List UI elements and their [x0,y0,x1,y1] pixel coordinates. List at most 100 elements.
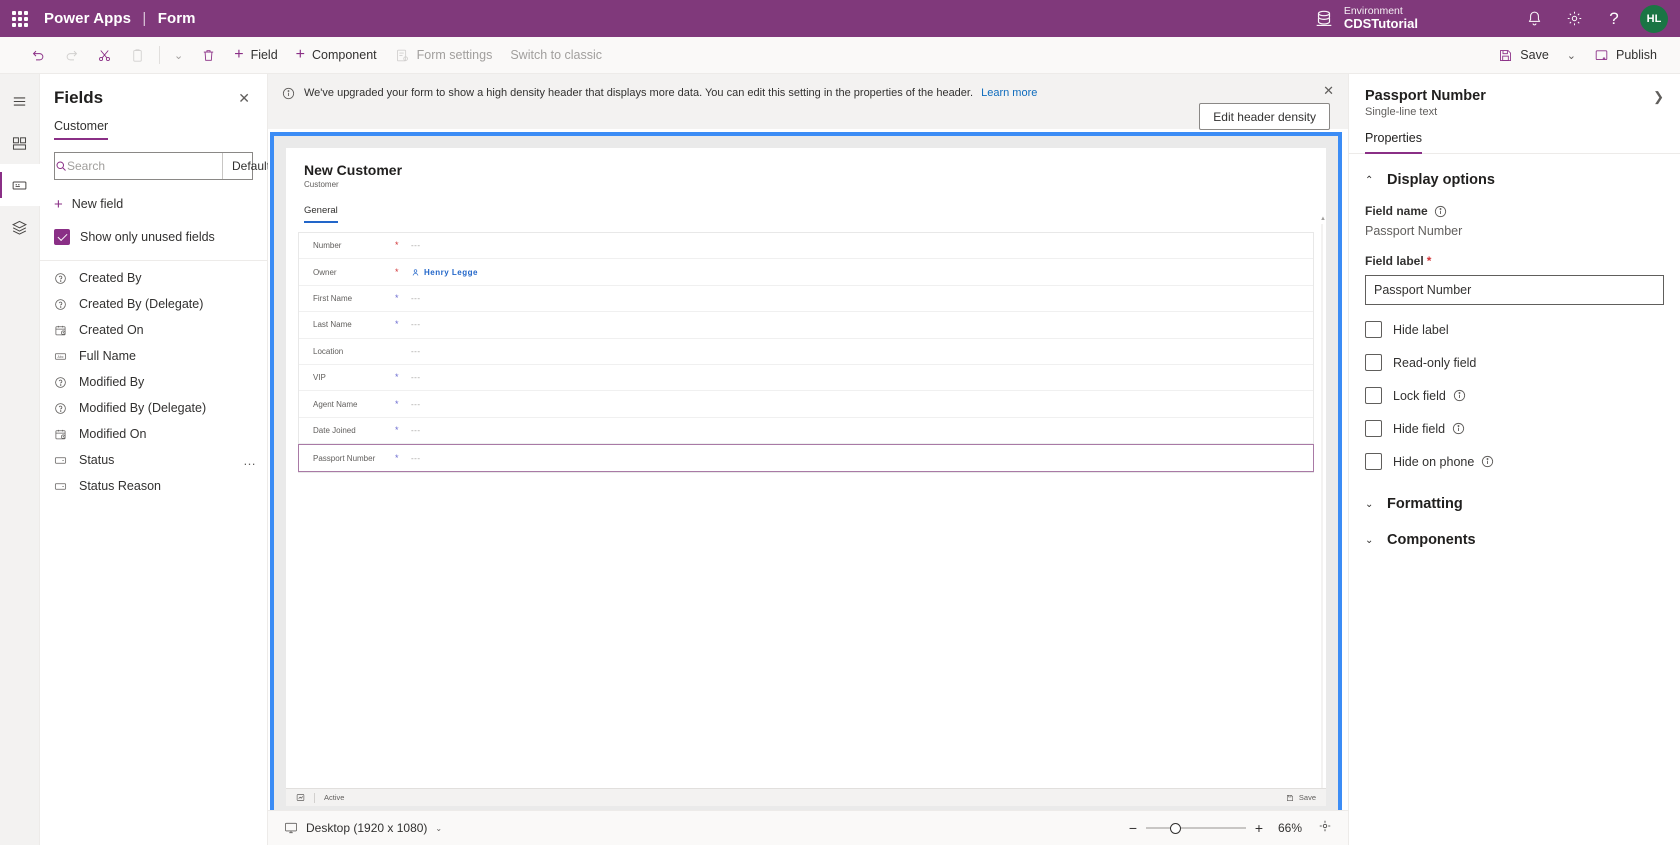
chevron-up-icon: ⌃ [1365,174,1374,186]
new-field-button[interactable]: + New field [54,192,253,216]
field-value: --- [411,453,421,463]
zoom-bar: Desktop (1920 x 1080) ⌄ − + 66% [268,810,1348,845]
required-marker: * [395,319,399,330]
display-options-group-header[interactable]: ⌃ Display options [1349,154,1680,188]
scrollbar-track[interactable] [1321,224,1323,806]
form-field-row-date-joined[interactable]: Date Joined * --- [299,418,1313,445]
list-item[interactable]: Modified On [40,421,267,447]
form-field-row-number[interactable]: Number * --- [299,233,1313,260]
sidebar-item-components[interactable] [0,122,40,164]
list-item[interactable]: Modified By (Delegate) [40,395,267,421]
slider-thumb[interactable] [1170,823,1181,834]
info-icon[interactable] [1434,205,1447,218]
info-icon[interactable] [1453,389,1466,402]
cut-icon [99,49,110,61]
form-preview-frame[interactable]: New Customer Customer General Number * -… [270,132,1342,822]
add-component-button[interactable]: + Component [287,40,386,70]
chevron-right-icon[interactable]: ❯ [1653,88,1664,103]
list-item[interactable]: Abc Full Name [40,343,267,369]
read-only-field-checkbox[interactable]: Read-only field [1365,354,1664,371]
list-item-label: Created By (Delegate) [79,297,204,311]
search-input[interactable] [67,159,222,173]
sidebar-item-layers[interactable] [0,206,40,248]
environment-picker[interactable]: Environment CDSTutorial [1313,5,1418,32]
list-item[interactable]: Modified By [40,369,267,395]
form-save-button[interactable]: Save [1286,793,1316,802]
help-icon[interactable]: ? [1594,0,1634,37]
list-item[interactable]: Status … [40,447,267,473]
save-options-button[interactable]: ⌄ [1558,40,1585,70]
edit-header-density-button[interactable]: Edit header density [1199,103,1330,130]
add-field-button[interactable]: + Field [225,40,286,70]
tab-properties[interactable]: Properties [1365,131,1422,154]
list-item[interactable]: Created By [40,265,267,291]
hide-label-checkbox[interactable]: Hide label [1365,321,1664,338]
form-field-row-first-name[interactable]: First Name * --- [299,286,1313,313]
publish-button[interactable]: Publish [1585,40,1666,70]
person-icon [412,268,419,276]
list-item[interactable]: Status Reason [40,473,267,499]
save-button[interactable]: Save [1489,40,1558,70]
delete-button[interactable] [192,40,225,70]
components-group-header[interactable]: ⌄ Components [1349,512,1680,548]
save-label: Save [1520,48,1549,62]
zoom-slider[interactable] [1146,820,1246,836]
scroll-up-arrow-icon[interactable]: ▲ [1320,216,1326,222]
paste-chevron-button[interactable]: ⌄ [165,40,192,70]
chevron-down-icon: ⌄ [174,49,184,62]
gear-icon[interactable] [1554,0,1594,37]
close-icon[interactable]: ✕ [235,88,253,108]
form-settings-icon [396,49,408,61]
lookup-icon [54,272,71,285]
redo-button[interactable] [55,40,88,70]
switch-to-classic-label: Switch to classic [510,48,603,62]
list-item[interactable]: Created On [40,317,267,343]
switch-to-classic-button[interactable]: Switch to classic [501,40,611,70]
paste-button[interactable] [121,40,154,70]
learn-more-link[interactable]: Learn more [981,87,1037,99]
lock-field-checkbox[interactable]: Lock field [1365,387,1664,404]
required-marker: * [395,292,399,303]
form-field-row-agent-name[interactable]: Agent Name * --- [299,391,1313,418]
info-icon[interactable] [1452,422,1465,435]
environment-icon [1316,10,1332,26]
command-bar-right: Save ⌄ Publish [1489,40,1680,70]
list-item[interactable]: Created By (Delegate) [40,291,267,317]
sidebar-item-fields[interactable] [0,164,40,206]
tab-customer[interactable]: Customer [54,119,109,140]
show-only-unused-fields-checkbox[interactable]: Show only unused fields [54,226,253,248]
fit-to-screen-icon[interactable] [1318,819,1332,838]
form-field-row-passport-number[interactable]: Passport Number * --- [298,444,1314,473]
tab-general[interactable]: General [304,205,338,223]
form-settings-button[interactable]: Form settings [386,40,502,70]
hide-field-checkbox[interactable]: Hide field [1365,420,1664,437]
form-field-row-owner[interactable]: Owner * Henry Legge [299,259,1313,286]
help-glyph: ? [1609,8,1619,28]
formatting-group-header[interactable]: ⌄ Formatting [1349,470,1680,512]
form-footer: Active Save [286,788,1326,806]
fields-search-row: Default ⌄ [54,152,294,180]
zoom-in-button[interactable]: + [1250,821,1268,835]
bell-icon[interactable] [1514,0,1554,37]
field-label-text: Field label [1365,254,1424,268]
sidebar-item-menu[interactable] [0,80,40,122]
close-icon[interactable]: ✕ [1323,84,1334,97]
avatar[interactable]: HL [1640,4,1668,33]
app-launcher-icon[interactable] [0,0,40,37]
info-icon[interactable] [1481,455,1494,468]
cut-button[interactable] [88,40,121,70]
field-label-input[interactable] [1365,275,1664,305]
brand-title[interactable]: Power Apps | Form [44,10,196,27]
hide-on-phone-checkbox[interactable]: Hide on phone [1365,453,1664,470]
form-entity-name: Customer [304,180,339,189]
form-field-row-location[interactable]: Location --- [299,339,1313,365]
device-selector[interactable]: Desktop (1920 x 1080) ⌄ [284,821,442,835]
form-field-row-vip[interactable]: VIP * --- [299,365,1313,392]
environment-label: Environment [1343,5,1403,17]
zoom-out-button[interactable]: − [1124,821,1142,835]
overflow-menu-icon[interactable]: … [243,454,257,467]
undo-button[interactable] [22,40,55,70]
form-scrollbar[interactable]: ▲ ▼ [1320,216,1326,806]
form-field-row-last-name[interactable]: Last Name * --- [299,312,1313,339]
layers-icon [12,220,27,235]
